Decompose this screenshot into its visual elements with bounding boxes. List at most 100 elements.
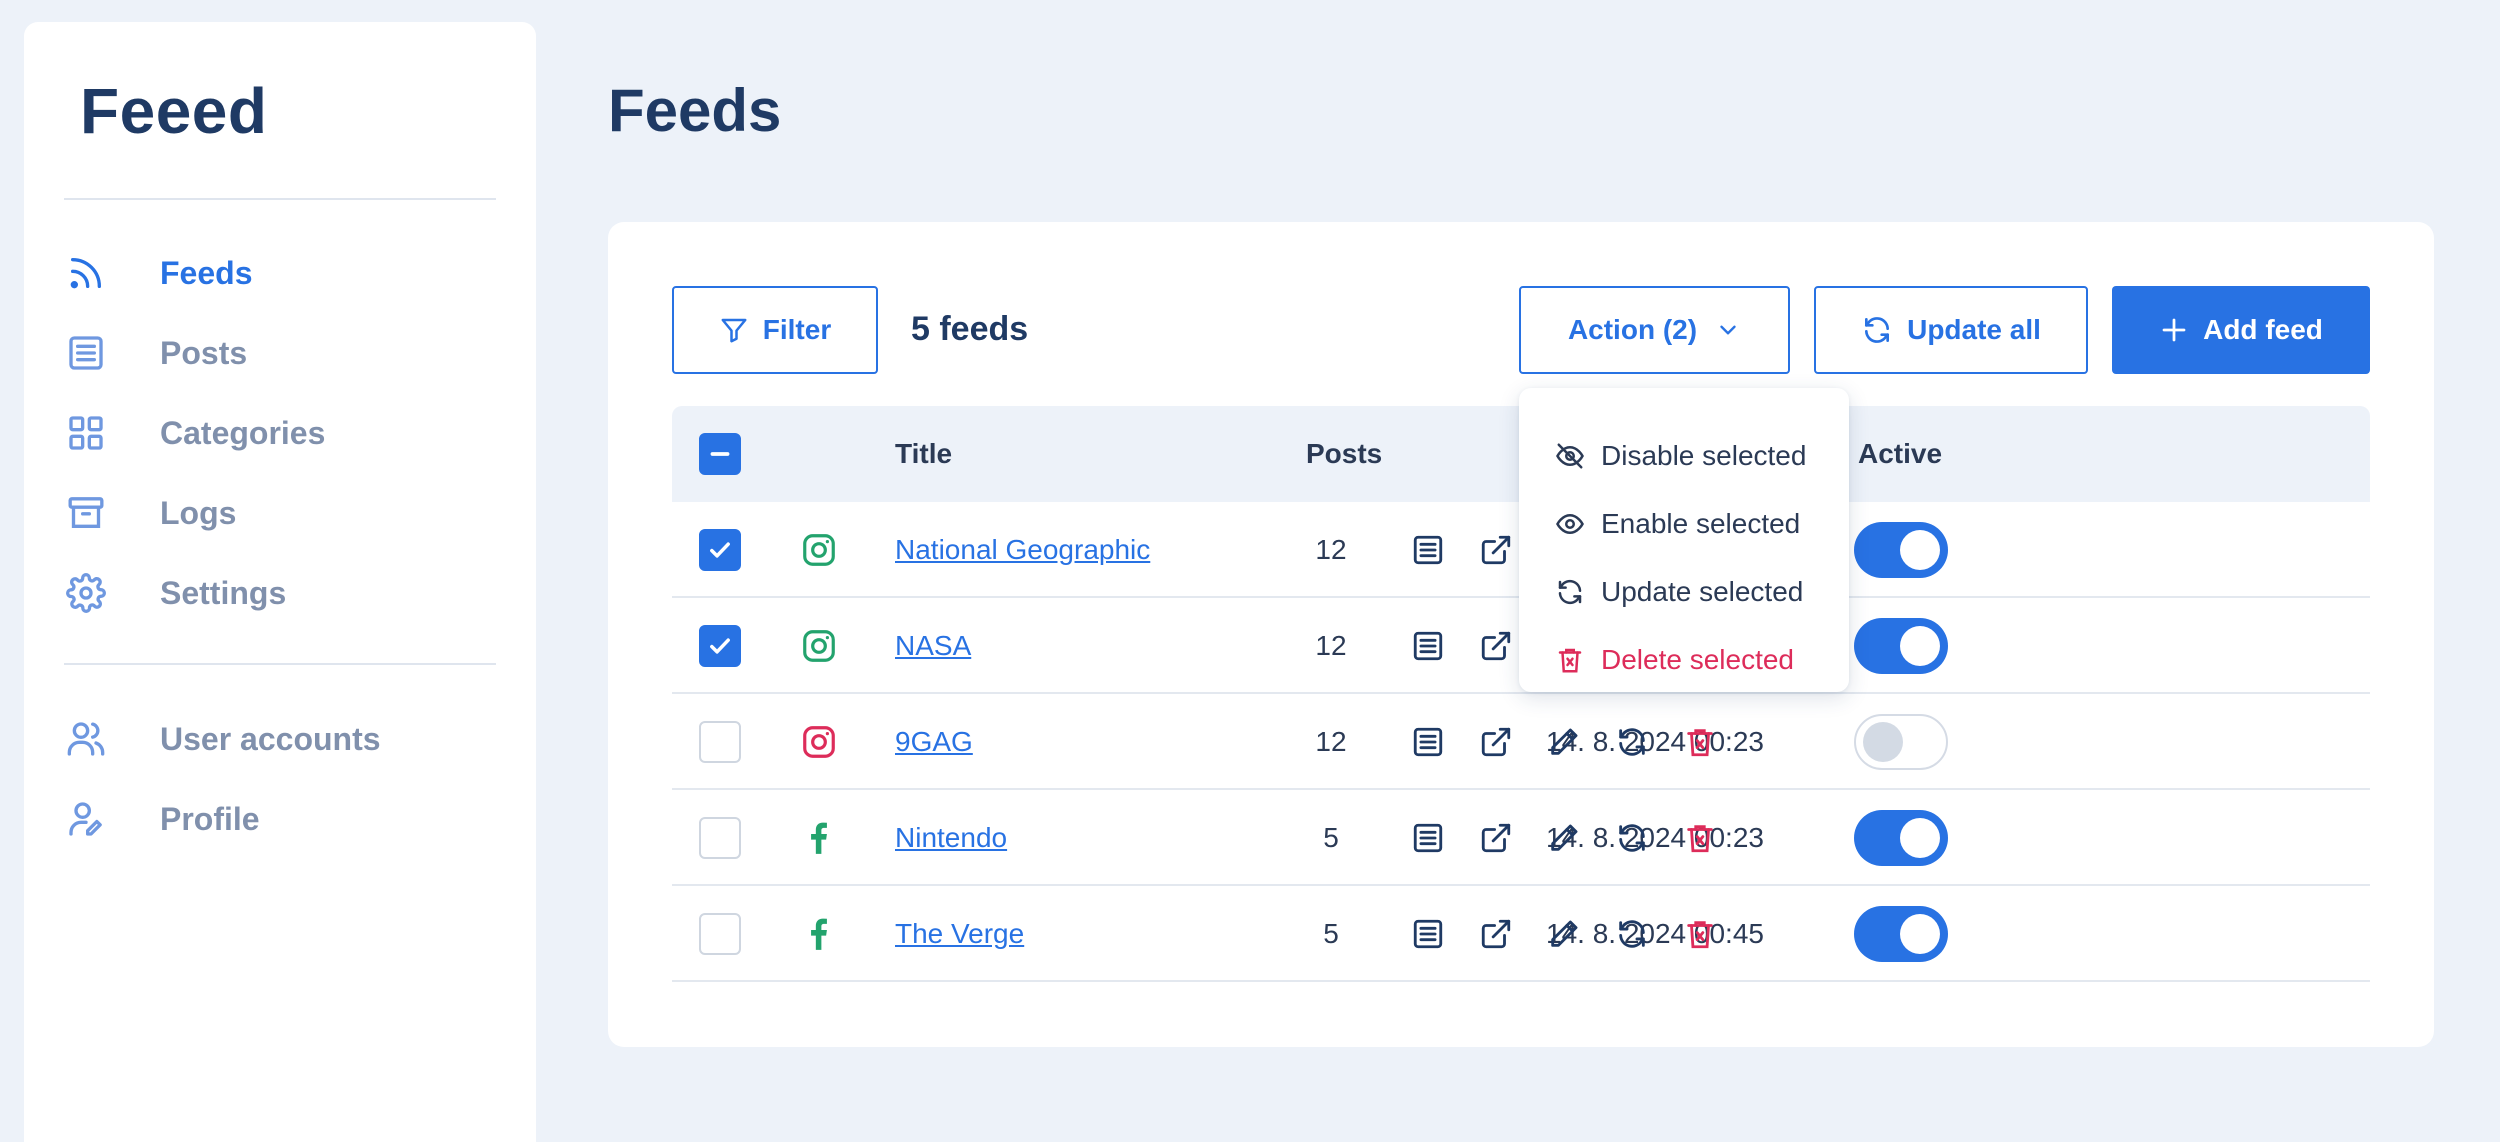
posts-count: 5 bbox=[1323, 918, 1339, 949]
active-toggle[interactable] bbox=[1854, 522, 1948, 578]
filter-button[interactable]: Filter bbox=[672, 286, 878, 374]
menu-item-enable-selected[interactable]: Enable selected bbox=[1555, 496, 1845, 552]
menu-item-disable-selected[interactable]: Disable selected bbox=[1555, 428, 1845, 484]
chevron-down-icon bbox=[1720, 325, 1736, 335]
row-checkbox[interactable] bbox=[699, 817, 741, 859]
external-link-icon[interactable] bbox=[1474, 912, 1518, 956]
refresh-icon bbox=[1558, 579, 1582, 605]
gear-icon bbox=[64, 571, 108, 615]
active-toggle-cell bbox=[1854, 886, 1948, 982]
feed-title-link[interactable]: NASA bbox=[895, 630, 971, 662]
posts-list-icon[interactable] bbox=[1406, 624, 1450, 668]
sidebar-item-logs[interactable]: Logs bbox=[64, 483, 494, 543]
list-icon bbox=[64, 331, 108, 375]
sidebar-item-user-accounts[interactable]: User accounts bbox=[64, 709, 494, 769]
sidebar-item-label: Posts bbox=[160, 334, 248, 371]
active-toggle[interactable] bbox=[1854, 714, 1948, 770]
row-checkbox[interactable] bbox=[699, 721, 741, 763]
posts-list-icon[interactable] bbox=[1406, 720, 1450, 764]
users-icon bbox=[64, 717, 108, 761]
update-all-button[interactable]: Update all bbox=[1814, 286, 2088, 374]
active-toggle-cell bbox=[1854, 502, 1948, 598]
pencil-icon[interactable] bbox=[1542, 912, 1586, 956]
external-link-icon[interactable] bbox=[1474, 624, 1518, 668]
refresh-icon[interactable] bbox=[1610, 720, 1654, 764]
menu-item-label: Disable selected bbox=[1601, 440, 1807, 471]
posts-count: 12 bbox=[1315, 726, 1347, 757]
toggle-knob bbox=[1863, 722, 1903, 762]
sidebar-item-label: Feeds bbox=[160, 254, 253, 291]
sidebar-item-posts[interactable]: Posts bbox=[64, 323, 494, 383]
pencil-icon[interactable] bbox=[1542, 720, 1586, 764]
sidebar-item-label: Logs bbox=[160, 494, 237, 531]
page-title: Feeds bbox=[608, 77, 782, 144]
active-toggle-cell bbox=[1854, 790, 1948, 886]
row-select-cell bbox=[699, 790, 741, 886]
feed-title-link[interactable]: The Verge bbox=[895, 918, 1024, 950]
sidebar-item-label: User accounts bbox=[160, 720, 381, 757]
user-edit-icon bbox=[64, 797, 108, 841]
menu-item-delete-selected[interactable]: Delete selected bbox=[1555, 632, 1845, 688]
active-toggle[interactable] bbox=[1854, 618, 1948, 674]
column-header-title[interactable]: Title bbox=[895, 406, 952, 502]
feeds-count: 5 feeds bbox=[911, 310, 1029, 348]
posts-count: 5 bbox=[1323, 822, 1339, 853]
plus-icon bbox=[2162, 318, 2186, 342]
toggle-knob bbox=[1900, 626, 1940, 666]
app-logo[interactable]: Feeed bbox=[80, 74, 267, 148]
trash-icon[interactable] bbox=[1678, 912, 1722, 956]
eye-icon bbox=[1556, 513, 1584, 535]
external-link-icon[interactable] bbox=[1474, 528, 1518, 572]
sidebar-item-categories[interactable]: Categories bbox=[64, 403, 494, 463]
facebook-icon bbox=[800, 790, 838, 886]
table-row: 9GAG 12 14. 8. 2024 00:23 bbox=[672, 694, 2370, 790]
menu-item-label: Delete selected bbox=[1601, 644, 1795, 675]
row-select-cell bbox=[699, 694, 741, 790]
posts-list-icon[interactable] bbox=[1406, 528, 1450, 572]
grid-icon bbox=[64, 411, 108, 455]
row-select-cell bbox=[699, 598, 741, 694]
sidebar-item-profile[interactable]: Profile bbox=[64, 789, 494, 849]
sidebar-divider bbox=[64, 663, 496, 665]
pencil-icon[interactable] bbox=[1542, 816, 1586, 860]
refresh-icon[interactable] bbox=[1610, 912, 1654, 956]
add-feed-button[interactable]: Add feed bbox=[2112, 286, 2370, 374]
toggle-knob bbox=[1900, 914, 1940, 954]
filter-icon bbox=[721, 318, 747, 343]
posts-list-icon[interactable] bbox=[1406, 912, 1450, 956]
trash-icon[interactable] bbox=[1678, 720, 1722, 764]
column-header-active[interactable]: Active bbox=[1858, 406, 1942, 502]
active-toggle[interactable] bbox=[1854, 906, 1948, 962]
posts-count: 12 bbox=[1315, 534, 1347, 565]
external-link-icon[interactable] bbox=[1474, 720, 1518, 764]
column-header-posts[interactable]: Posts bbox=[1306, 406, 1382, 502]
row-checkbox[interactable] bbox=[699, 529, 741, 571]
menu-item-update-selected[interactable]: Update selected bbox=[1555, 564, 1845, 620]
row-checkbox[interactable] bbox=[699, 913, 741, 955]
posts-list-icon[interactable] bbox=[1406, 816, 1450, 860]
archive-icon bbox=[64, 491, 108, 535]
trash-icon bbox=[1558, 648, 1582, 673]
external-link-icon[interactable] bbox=[1474, 816, 1518, 860]
sidebar-item-settings[interactable]: Settings bbox=[64, 563, 494, 623]
toggle-knob bbox=[1900, 818, 1940, 858]
feed-title-link[interactable]: Nintendo bbox=[895, 822, 1007, 854]
sidebar-item-feeds[interactable]: Feeds bbox=[64, 243, 494, 303]
row-select-cell bbox=[699, 886, 741, 982]
action-menu: Disable selected Enable selected Update … bbox=[1519, 388, 1849, 692]
refresh-icon[interactable] bbox=[1610, 816, 1654, 860]
trash-icon[interactable] bbox=[1678, 816, 1722, 860]
feed-title-link[interactable]: National Geographic bbox=[895, 534, 1150, 566]
sidebar-item-label: Categories bbox=[160, 414, 326, 451]
action-dropdown-button[interactable]: Action (2) bbox=[1519, 286, 1790, 374]
select-all-checkbox[interactable] bbox=[699, 433, 741, 475]
row-checkbox[interactable] bbox=[699, 625, 741, 667]
table-row: The Verge 5 14. 8. 2024 00:45 bbox=[672, 886, 2370, 982]
feed-title-link[interactable]: 9GAG bbox=[895, 726, 973, 758]
sidebar: Feeed Feeds Posts Categories Logs Settin… bbox=[24, 22, 536, 1142]
rss-icon bbox=[64, 251, 108, 295]
row-select-cell bbox=[699, 502, 741, 598]
instagram-icon bbox=[800, 598, 838, 694]
instagram-icon bbox=[800, 694, 838, 790]
active-toggle[interactable] bbox=[1854, 810, 1948, 866]
